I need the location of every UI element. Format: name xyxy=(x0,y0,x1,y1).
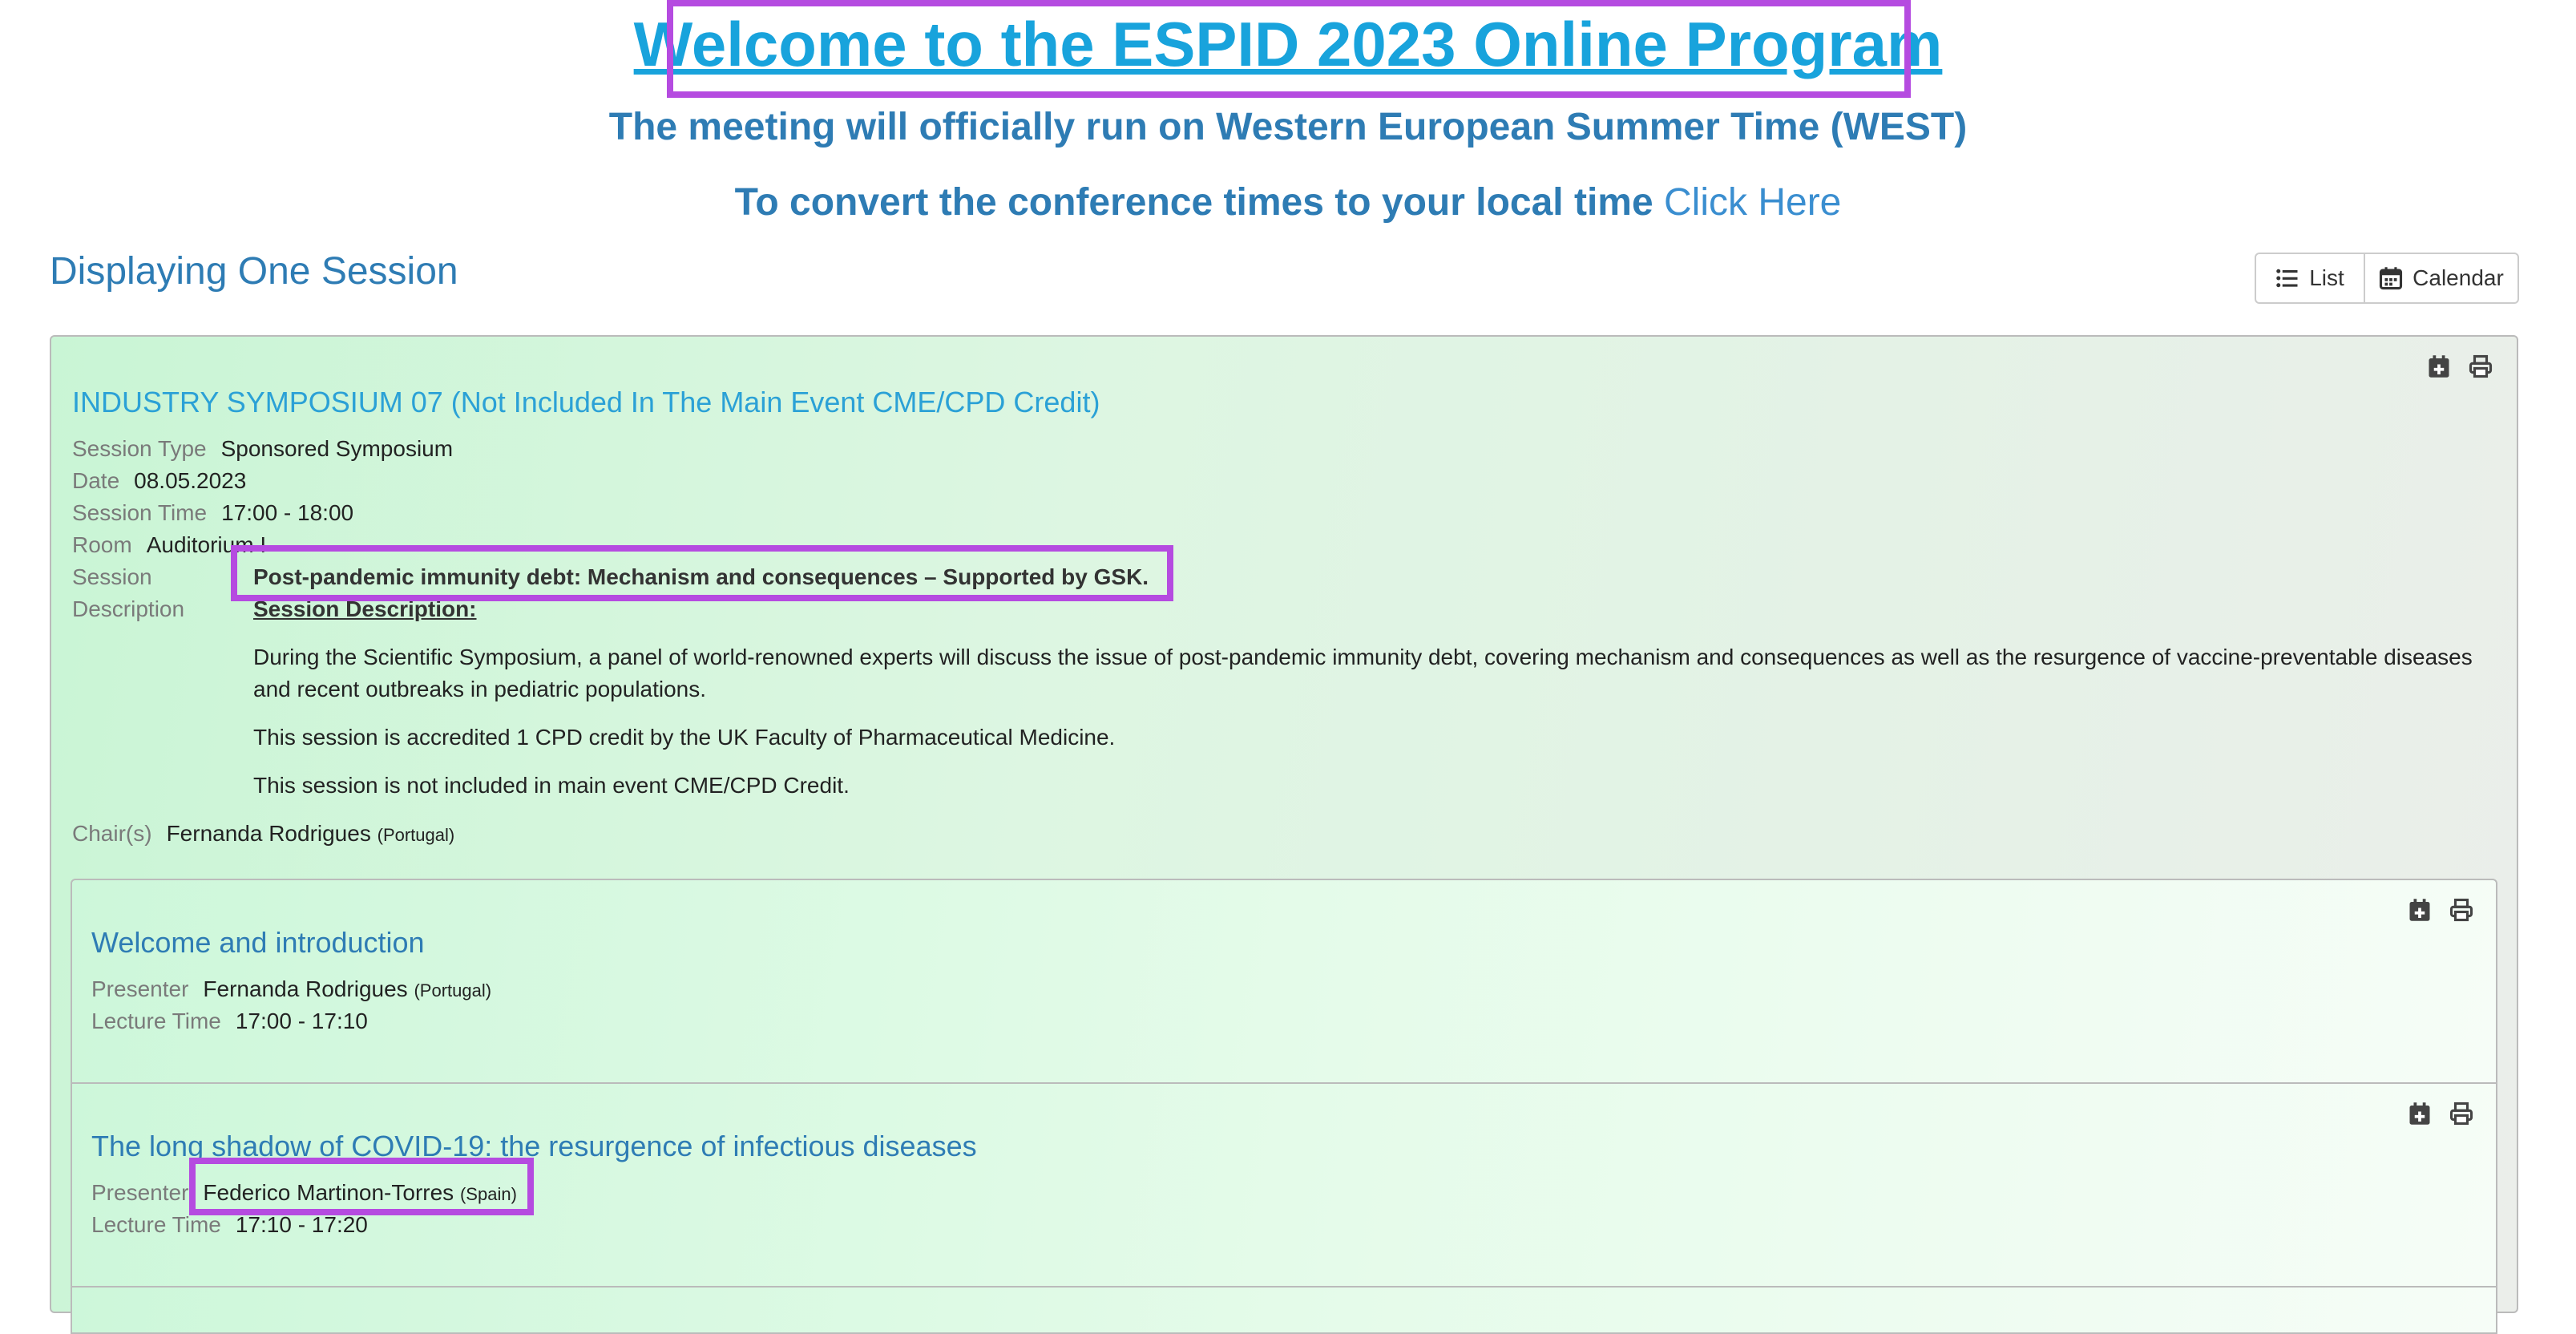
lecture-actions xyxy=(2408,898,2473,922)
lecture-title[interactable]: The long shadow of COVID-19: the resurge… xyxy=(91,1129,977,1164)
lecture-time-label: Lecture Time xyxy=(91,1212,221,1237)
session-card: INDUSTRY SYMPOSIUM 07 (Not Included In T… xyxy=(50,335,2518,1334)
session-type-row: Session Type Sponsored Symposium xyxy=(72,433,453,465)
convert-time-line: To convert the conference times to your … xyxy=(0,180,2576,226)
session-date-row: Date 08.05.2023 xyxy=(72,465,246,497)
lecture-time-label: Lecture Time xyxy=(91,1009,221,1033)
lecture-presenter-label: Presenter xyxy=(91,1180,189,1205)
session-desc-paragraph-3: This session is not included in main eve… xyxy=(253,773,850,798)
view-toggle: List Calendar xyxy=(2255,253,2519,304)
lecture-actions xyxy=(2408,1102,2473,1126)
lecture-time-row: Lecture Time 17:10 - 17:20 xyxy=(91,1209,368,1241)
session-room-row: Room Auditorium I xyxy=(72,529,266,561)
session-time-value: 17:00 - 18:00 xyxy=(221,500,354,525)
lecture-presenter-name[interactable]: Fernanda Rodrigues xyxy=(203,976,407,1001)
convert-time-text: To convert the conference times to your … xyxy=(734,181,1653,224)
session-chair-country: (Portugal) xyxy=(377,825,455,845)
lecture-presenter-row: Presenter Federico Martinon-Torres (Spain… xyxy=(91,1177,517,1211)
session-desc-label-line1: Session xyxy=(72,564,152,589)
lecture-presenter-label: Presenter xyxy=(91,976,189,1001)
session-desc-label-line2: Description xyxy=(72,596,185,621)
session-date-value: 08.05.2023 xyxy=(134,468,247,493)
lecture-presenter-row: Presenter Fernanda Rodrigues (Portugal) xyxy=(91,973,491,1007)
results-count-title: Displaying One Session xyxy=(50,250,458,293)
session-type-label: Session Type xyxy=(72,436,207,461)
lecture-item xyxy=(71,1286,2497,1334)
print-icon[interactable] xyxy=(2449,1102,2473,1126)
lecture-presenter-country: (Portugal) xyxy=(414,980,492,1000)
session-desc-paragraph-1: During the Scientific Symposium, a panel… xyxy=(253,645,2473,701)
page-title[interactable]: Welcome to the ESPID 2023 Online Program xyxy=(0,6,2576,82)
session-chair-name[interactable]: Fernanda Rodrigues xyxy=(167,821,371,846)
session-desc-label: Session xyxy=(72,561,167,593)
lecture-title[interactable]: Welcome and introduction xyxy=(91,925,425,960)
lecture-time-row: Lecture Time 17:00 - 17:10 xyxy=(91,1005,368,1037)
session-actions xyxy=(2427,354,2493,378)
calendar-plus-icon[interactable] xyxy=(2408,898,2432,922)
session-desc-paragraph-2: This session is accredited 1 CPD credit … xyxy=(253,725,1116,750)
lecture-time-value: 17:10 - 17:20 xyxy=(235,1212,368,1237)
convert-time-link[interactable]: Click Here xyxy=(1664,181,1841,224)
session-time-row: Session Time 17:00 - 18:00 xyxy=(72,497,353,529)
list-view-button[interactable]: List xyxy=(2256,254,2365,302)
session-description: Post-pandemic immunity debt: Mechanism a… xyxy=(253,561,2481,818)
list-icon xyxy=(2276,269,2298,288)
session-desc-label-2: Description xyxy=(72,593,199,625)
list-view-label: List xyxy=(2309,265,2344,290)
session-date-label: Date xyxy=(72,468,120,493)
session-room-label: Room xyxy=(72,532,132,557)
lecture-item: The long shadow of COVID-19: the resurge… xyxy=(71,1082,2497,1288)
timezone-note: The meeting will officially run on Weste… xyxy=(608,106,1968,148)
session-title[interactable]: INDUSTRY SYMPOSIUM 07 (Not Included In T… xyxy=(72,385,1100,420)
lecture-item: Welcome and introduction Presenter Fernan… xyxy=(71,879,2497,1084)
print-icon[interactable] xyxy=(2469,354,2493,378)
session-type-value: Sponsored Symposium xyxy=(220,436,454,461)
calendar-plus-icon[interactable] xyxy=(2408,1102,2432,1126)
calendar-view-button[interactable]: Calendar xyxy=(2365,254,2517,302)
calendar-view-label: Calendar xyxy=(2412,265,2504,290)
session-room-value: Auditorium I xyxy=(146,532,267,557)
lecture-time-value: 17:00 - 17:10 xyxy=(235,1009,368,1033)
calendar-plus-icon[interactable] xyxy=(2427,354,2451,378)
session-chair-label: Chair(s) xyxy=(72,821,152,846)
lecture-presenter-name[interactable]: Federico Martinon-Torres xyxy=(203,1180,454,1205)
lecture-presenter-country: (Spain) xyxy=(459,1184,517,1204)
print-icon[interactable] xyxy=(2449,898,2473,922)
session-chair-row: Chair(s) Fernanda Rodrigues (Portugal) xyxy=(72,818,454,851)
session-desc-heading: Post-pandemic immunity debt: Mechanism a… xyxy=(253,564,1149,589)
calendar-icon xyxy=(2380,267,2403,290)
session-desc-subheading: Session Description: xyxy=(253,596,477,621)
session-time-label: Session Time xyxy=(72,500,208,525)
